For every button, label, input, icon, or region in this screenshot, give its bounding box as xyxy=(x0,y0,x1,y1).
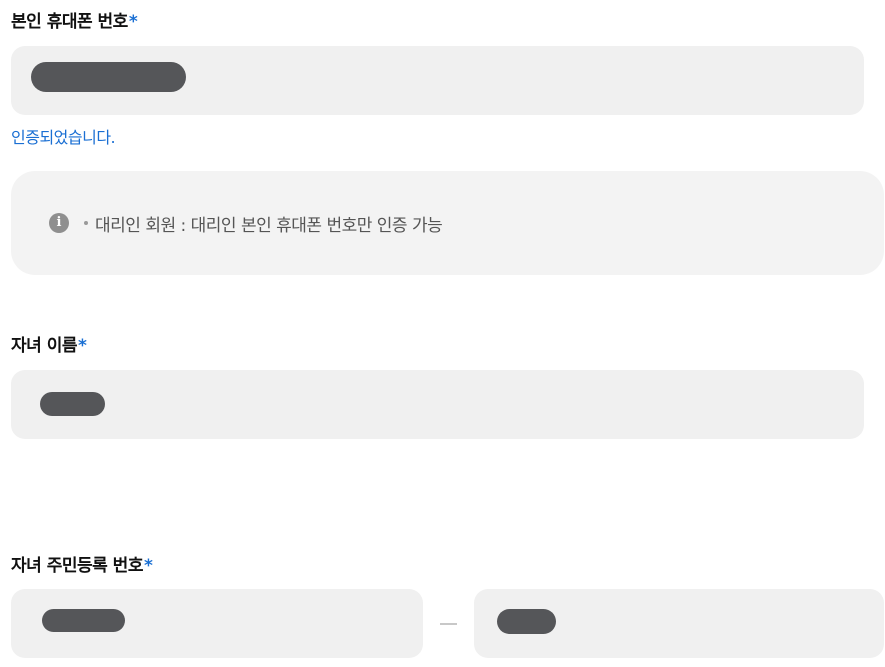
child-name-field[interactable] xyxy=(11,370,864,439)
child-rrn-label-text: 자녀 주민등록 번호 xyxy=(11,556,143,576)
required-mark: * xyxy=(77,336,87,356)
masked-child-name-value xyxy=(40,392,105,416)
required-mark: * xyxy=(128,12,138,32)
child-name-label-text: 자녀 이름 xyxy=(11,336,77,356)
masked-rrn-back-value xyxy=(497,609,556,634)
notice-text: 대리인 회원 : 대리인 본인 휴대폰 번호만 인증 가능 xyxy=(95,216,443,236)
info-icon: i xyxy=(49,213,69,233)
required-mark: * xyxy=(143,556,153,576)
phone-number-field[interactable] xyxy=(11,46,864,115)
masked-phone-value xyxy=(31,62,186,92)
verification-status-text: 인증되었습니다. xyxy=(11,128,116,147)
child-rrn-back-field[interactable] xyxy=(474,589,884,658)
bullet-dot xyxy=(84,221,88,225)
phone-number-label: 본인 휴대폰 번호* xyxy=(11,7,138,32)
child-name-label: 자녀 이름* xyxy=(11,331,87,356)
child-rrn-label: 자녀 주민등록 번호* xyxy=(11,551,153,576)
child-rrn-front-field[interactable] xyxy=(11,589,423,658)
masked-rrn-front-value xyxy=(42,609,125,632)
phone-number-label-text: 본인 휴대폰 번호 xyxy=(11,12,128,32)
rrn-separator-dash xyxy=(440,623,457,625)
notice-box: i 대리인 회원 : 대리인 본인 휴대폰 번호만 인증 가능 xyxy=(11,171,884,275)
